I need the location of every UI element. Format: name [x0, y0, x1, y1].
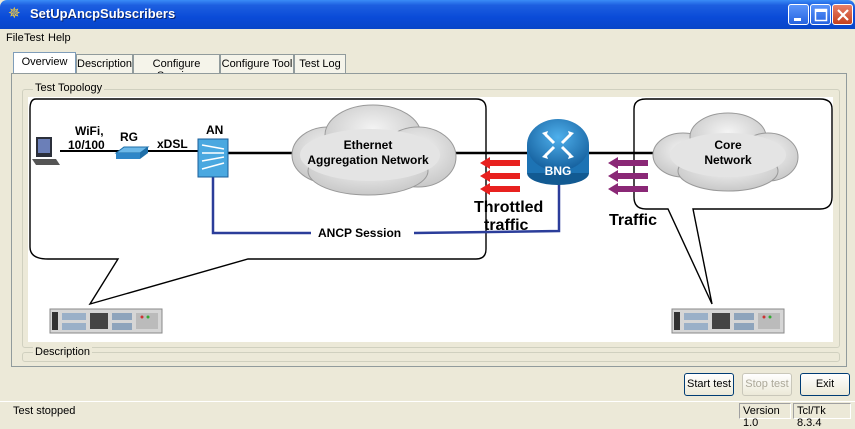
topology-diagram: Ethernet Aggregation Network BNG Core Ne… [28, 97, 833, 342]
menu-test[interactable]: Test [24, 32, 44, 44]
core-cloud [652, 112, 799, 192]
tab-configure-tool[interactable]: Configure Tool [220, 54, 294, 73]
menu-file[interactable]: File [6, 32, 24, 44]
network-label: Network [704, 153, 752, 167]
status-text: Test stopped [13, 405, 76, 417]
tab-description[interactable]: Description [76, 54, 133, 73]
tab-overview[interactable]: Overview [13, 52, 76, 74]
window-title: SetUpAncpSubscribers [30, 6, 176, 21]
speed-label: 10/100 [68, 138, 105, 152]
throttled-arrows [480, 157, 520, 195]
traffic-label: Traffic [609, 212, 657, 229]
ancp-session-label: ANCP Session [318, 226, 401, 240]
description-label: Description [33, 346, 93, 358]
version-cell: Version 1.0 [739, 403, 791, 429]
pc-icon [32, 137, 60, 165]
traffic-sub-label: traffic [484, 217, 529, 234]
an-icon [197, 138, 229, 178]
aggregation-label: Aggregation Network [307, 153, 429, 167]
tab-configure-session[interactable]: Configure Session [133, 54, 220, 82]
xdsl-label: xDSL [157, 137, 188, 151]
test-topology-label: Test Topology [33, 82, 105, 94]
start-test-button[interactable]: Start test [684, 373, 734, 396]
close-button[interactable] [832, 4, 853, 25]
title-bar[interactable]: ✵ SetUpAncpSubscribers [0, 0, 855, 29]
an-label: AN [206, 123, 223, 137]
test-equipment-right-icon [671, 308, 785, 334]
rg-label: RG [120, 130, 138, 144]
bng-label: BNG [545, 164, 572, 178]
ancp-session-line [211, 169, 311, 235]
exit-button[interactable]: Exit [800, 373, 850, 396]
traffic-arrows [608, 157, 648, 195]
rg-icon [114, 146, 150, 159]
maximize-icon [814, 8, 828, 22]
wifi-label: WiFi, [75, 124, 104, 138]
close-icon [837, 9, 849, 21]
minimize-button[interactable] [788, 4, 809, 25]
tab-test-log[interactable]: Test Log [294, 54, 346, 73]
throttled-label: Throttled [474, 199, 543, 216]
status-bar [0, 401, 855, 422]
description-group [22, 352, 840, 362]
minimize-icon [794, 18, 801, 21]
menu-bar: File Test Help [0, 29, 855, 48]
test-equipment-left-icon [49, 308, 163, 334]
maximize-button[interactable] [810, 4, 831, 25]
core-label: Core [714, 138, 742, 152]
app-icon: ✵ [8, 5, 21, 22]
ethernet-label: Ethernet [344, 138, 393, 152]
stop-test-button[interactable]: Stop test [742, 373, 792, 396]
menu-help[interactable]: Help [48, 32, 71, 44]
tcl-version-cell: Tcl/Tk 8.3.4 [793, 403, 851, 429]
